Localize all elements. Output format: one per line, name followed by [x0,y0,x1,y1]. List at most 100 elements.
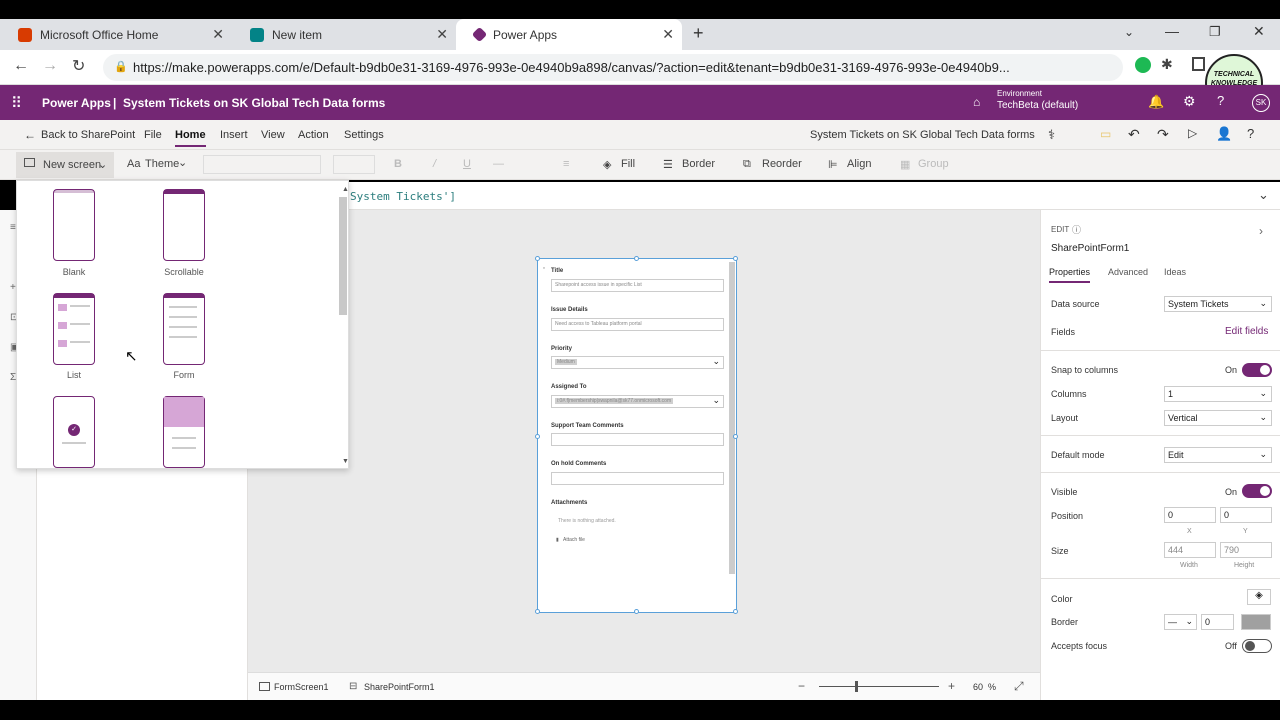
border-color-swatch[interactable] [1241,614,1271,630]
resize-handle[interactable] [535,434,540,439]
close-icon[interactable]: ✕ [436,26,448,43]
back-to-sharepoint-button[interactable]: Back to SharePoint [41,129,135,141]
undo-icon[interactable]: ↶ [1128,126,1140,143]
issue-details-input[interactable]: Need access to Tableau platform portal [551,318,724,331]
bold-icon[interactable]: B [394,158,402,170]
accepts-focus-toggle[interactable] [1242,639,1272,653]
tab-power-apps[interactable]: Power Apps ✕ [456,19,682,50]
avatar[interactable]: SK [1252,94,1270,112]
template-form[interactable] [163,293,205,365]
priority-dropdown[interactable]: Medium ⌄ [551,356,724,369]
resize-handle[interactable] [733,609,738,614]
zoom-slider-thumb[interactable] [855,681,858,692]
menu-view[interactable]: View [261,129,285,141]
italic-icon[interactable]: / [433,158,436,170]
font-size-select[interactable] [333,155,375,174]
url-field[interactable]: 🔒 https://make.powerapps.com/e/Default-b… [103,54,1123,81]
fit-to-window-icon[interactable]: ⤢ [1014,679,1024,694]
minimize-icon[interactable]: — [1165,23,1179,39]
close-icon[interactable]: ✕ [212,26,224,43]
snap-to-columns-toggle[interactable] [1242,363,1272,377]
formula-bar[interactable]: System Tickets'] ⌄ [340,182,1280,210]
insert-icon[interactable]: + [10,282,16,293]
breadcrumb-control[interactable]: SharePointForm1 [364,682,435,692]
tree-view-icon[interactable]: ≡ [10,222,16,233]
title-input[interactable]: Sharepoint access issue in specific List [551,279,724,292]
redo-icon[interactable]: ↷ [1157,126,1169,143]
app-checker-icon[interactable]: ⚕ [1048,127,1055,143]
tab-new-item[interactable]: New item ✕ [232,19,456,50]
new-screen-button[interactable]: New screen ⌄ [16,152,114,178]
underline-icon[interactable]: U [463,158,471,170]
back-icon[interactable]: ← [13,57,29,75]
visible-toggle[interactable] [1242,484,1272,498]
form-scrollbar[interactable] [729,262,735,574]
strikethrough-icon[interactable]: — [493,158,504,170]
resize-handle[interactable] [733,434,738,439]
share-user-icon[interactable]: 👤 [1216,126,1232,142]
columns-select[interactable]: 1 ⌄ [1164,386,1272,402]
menu-settings[interactable]: Settings [344,129,384,141]
settings-gear-icon[interactable]: ⚙ [1183,93,1196,110]
zoom-out-icon[interactable]: − [798,679,805,693]
template-list[interactable] [53,293,95,365]
tab-ideas[interactable]: Ideas [1164,267,1186,277]
align-button[interactable]: Align [847,158,871,170]
formula-text[interactable]: System Tickets'] [350,190,456,203]
tab-microsoft-office-home[interactable]: Microsoft Office Home ✕ [0,19,232,50]
sharepoint-form[interactable]: * Title Sharepoint access issue in speci… [535,256,738,614]
window-close-icon[interactable]: ✕ [1253,23,1265,40]
zoom-in-icon[interactable]: + [948,679,955,693]
menu-action[interactable]: Action [298,129,329,141]
edit-fields-link[interactable]: Edit fields [1225,326,1268,337]
height-input[interactable]: 790 [1220,542,1272,558]
collapse-panel-icon[interactable]: › [1259,224,1263,238]
zoom-slider[interactable] [819,686,939,687]
default-mode-select[interactable]: Edit ⌄ [1164,447,1272,463]
data-source-select[interactable]: System Tickets ⌄ [1164,296,1272,312]
on-hold-comments-input[interactable] [551,472,724,485]
forward-icon[interactable]: → [42,57,58,75]
border-button[interactable]: Border [682,158,715,170]
help-question-icon[interactable]: ? [1247,126,1254,141]
preview-play-icon[interactable]: ▷ [1188,126,1197,140]
back-arrow-icon[interactable]: ← [24,128,36,142]
resize-handle[interactable] [733,256,738,261]
comments-icon[interactable]: ▭ [1100,127,1111,141]
position-y-input[interactable]: 0 [1220,507,1272,523]
resize-handle[interactable] [634,256,639,261]
expand-formula-icon[interactable]: ⌄ [1258,187,1269,203]
template-blank[interactable] [53,189,95,261]
reorder-button[interactable]: Reorder [762,158,802,170]
width-input[interactable]: 444 [1164,542,1216,558]
assigned-to-combobox[interactable]: i:0#.f|membership|swapnila@sk77.onmicros… [551,395,724,408]
tab-advanced[interactable]: Advanced [1108,267,1148,277]
environment-value[interactable]: TechBeta (default) [997,100,1078,111]
new-tab-icon[interactable]: + [693,23,704,44]
menu-insert[interactable]: Insert [220,129,248,141]
fill-button[interactable]: Fill [621,158,635,170]
notification-bell-icon[interactable]: 🔔 [1148,94,1164,110]
scroll-up-icon[interactable]: ▲ [342,186,349,193]
support-team-comments-input[interactable] [551,433,724,446]
border-thickness-input[interactable]: 0 [1201,614,1234,630]
text-align-icon[interactable]: ≡ [563,158,569,170]
dropdown-scrollbar[interactable] [339,197,347,315]
template-scrollable[interactable] [163,189,205,261]
close-icon[interactable]: ✕ [662,26,674,43]
template-success[interactable]: ✓ [53,396,95,468]
menu-home[interactable]: Home [175,129,206,147]
menu-file[interactable]: File [144,129,162,141]
theme-button[interactable]: Theme [145,158,179,170]
reload-icon[interactable]: ↻ [72,56,85,76]
resize-handle[interactable] [634,609,639,614]
breadcrumb-screen[interactable]: FormScreen1 [274,682,329,692]
extension-green-icon[interactable] [1135,57,1151,73]
app-launcher-icon[interactable]: ⠿ [11,94,22,112]
attach-file-link[interactable]: Attach file [563,537,585,543]
tab-properties[interactable]: Properties [1049,267,1091,283]
sidepanel-icon[interactable] [1192,57,1205,71]
position-x-input[interactable]: 0 [1164,507,1216,523]
scroll-down-icon[interactable]: ▼ [342,458,349,465]
resize-handle[interactable] [535,256,540,261]
